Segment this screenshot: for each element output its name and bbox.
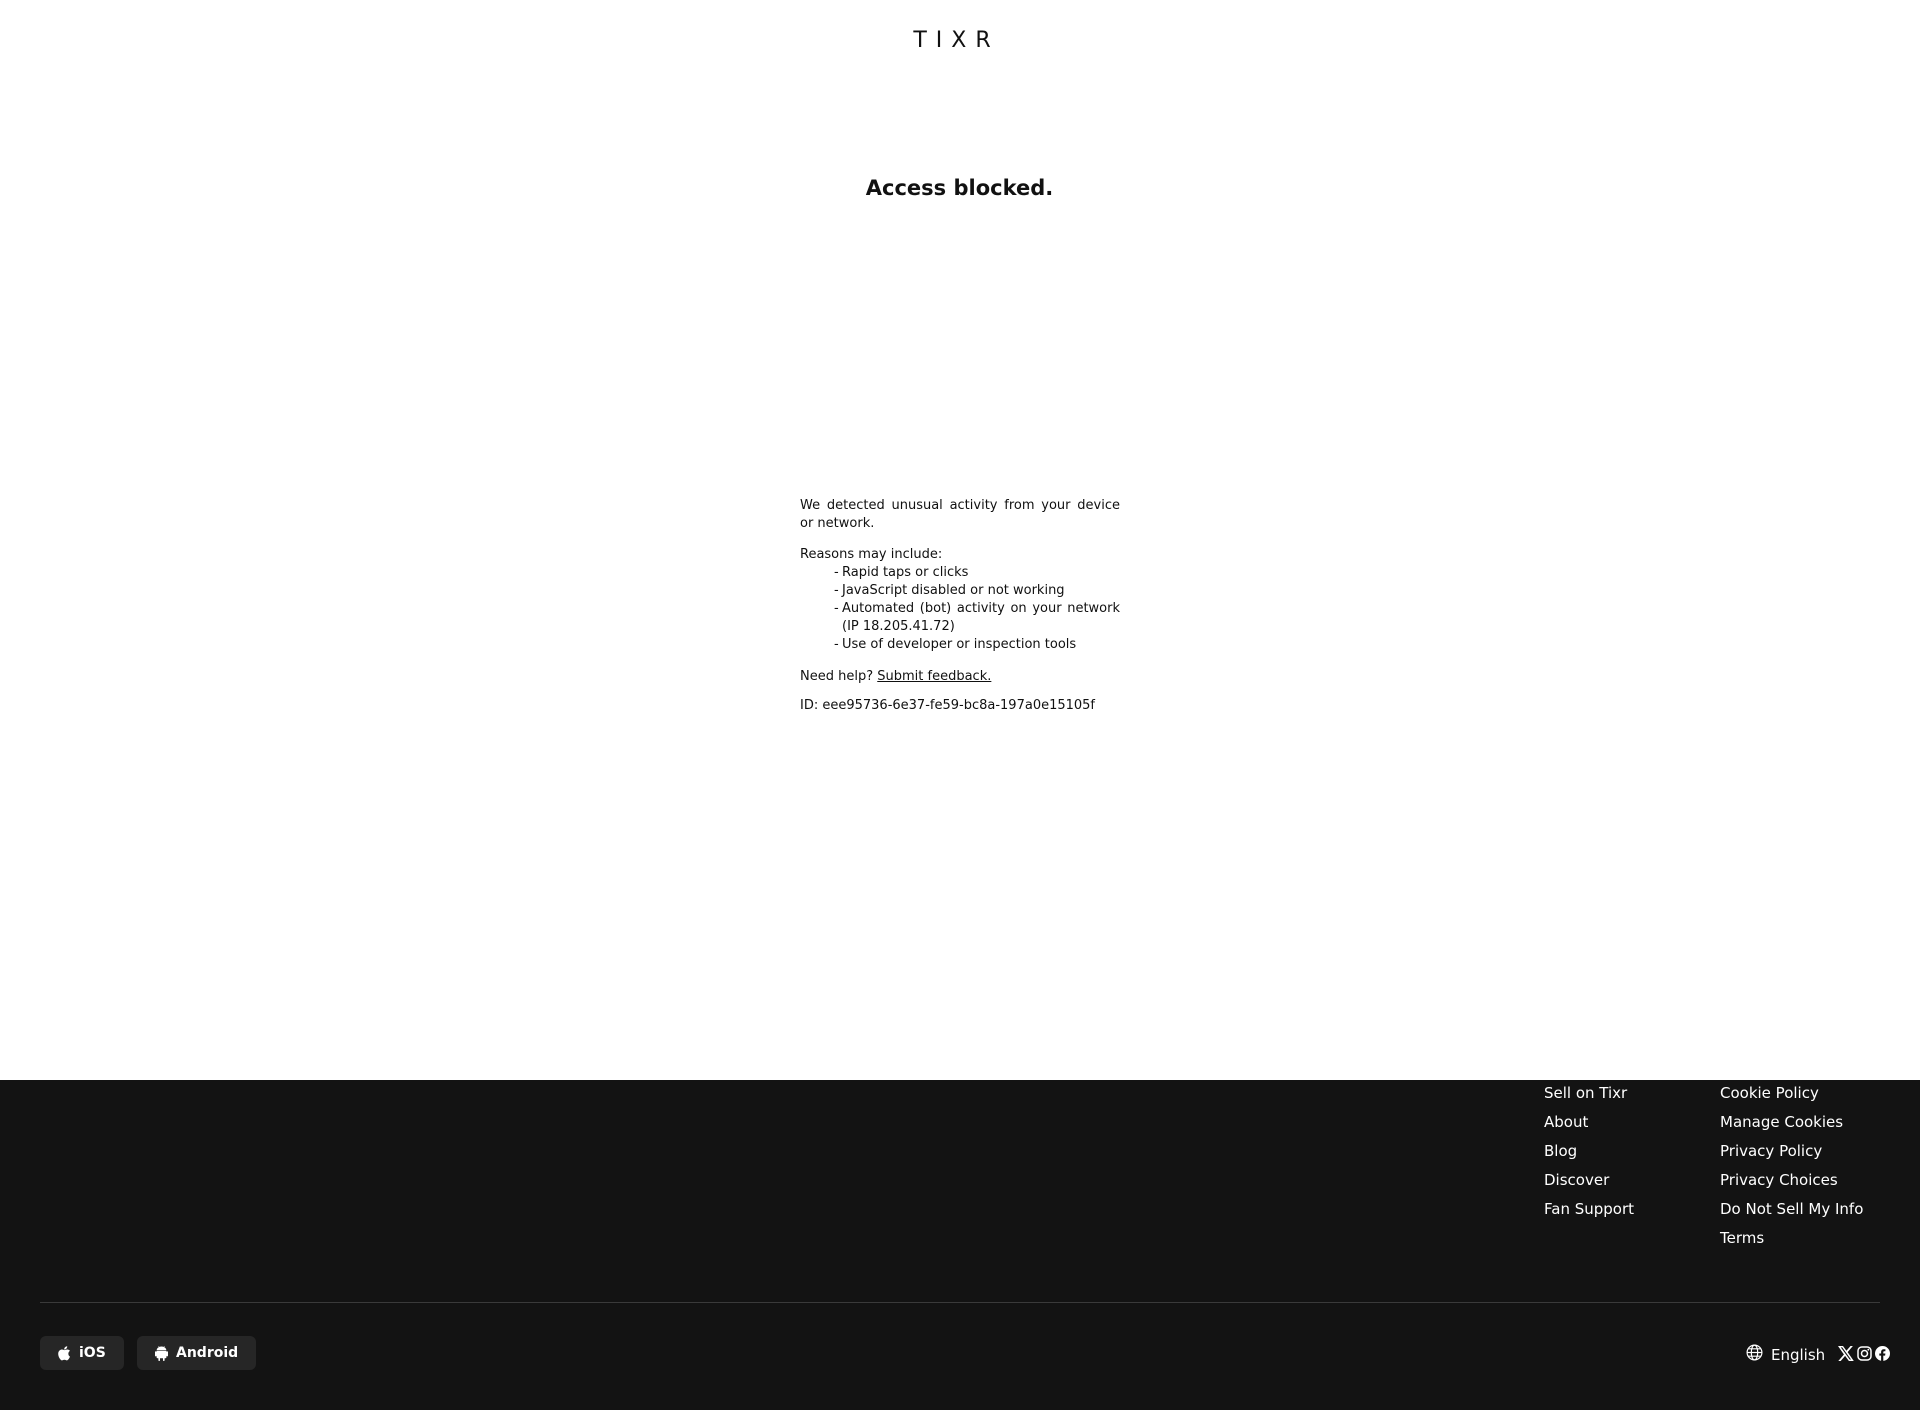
- footer-divider: [40, 1302, 1880, 1303]
- submit-feedback-link[interactable]: Submit feedback.: [877, 669, 991, 684]
- apple-icon: [58, 1345, 71, 1361]
- instagram-icon[interactable]: [1857, 1346, 1872, 1361]
- language-label: English: [1771, 1346, 1826, 1364]
- page-title: Access blocked.: [865, 176, 1054, 200]
- footer-link-about[interactable]: About: [1544, 1113, 1588, 1131]
- reason-item: Use of developer or inspection tools: [834, 636, 1120, 654]
- footer-link-privacy-choices[interactable]: Privacy Choices: [1720, 1171, 1838, 1189]
- reason-item: JavaScript disabled or not working: [834, 582, 1120, 600]
- footer: Sell on Tixr About Blog Discover Fan Sup…: [0, 1080, 1920, 1410]
- footer-link-sell-on-tixr[interactable]: Sell on Tixr: [1544, 1084, 1627, 1102]
- footer-link-privacy-policy[interactable]: Privacy Policy: [1720, 1142, 1822, 1160]
- footer-link-fan-support[interactable]: Fan Support: [1544, 1200, 1634, 1218]
- android-label: Android: [176, 1345, 239, 1361]
- ios-app-button[interactable]: iOS: [40, 1336, 124, 1370]
- footer-link-terms[interactable]: Terms: [1720, 1229, 1764, 1247]
- footer-links-company: Sell on Tixr About Blog Discover Fan Sup…: [1544, 1084, 1634, 1229]
- android-app-button[interactable]: Android: [137, 1336, 257, 1370]
- reasons-list: Rapid taps or clicks JavaScript disabled…: [800, 564, 1120, 654]
- help-prefix: Need help?: [800, 669, 874, 684]
- detected-text: We detected unusual activity from your d…: [800, 498, 1120, 531]
- reasons-heading: Reasons may include:: [800, 547, 943, 562]
- globe-icon: [1746, 1344, 1763, 1366]
- facebook-icon[interactable]: [1875, 1346, 1890, 1361]
- footer-link-manage-cookies[interactable]: Manage Cookies: [1720, 1113, 1843, 1131]
- footer-link-do-not-sell[interactable]: Do Not Sell My Info: [1720, 1200, 1863, 1218]
- request-id: ID: eee95736-6e37-fe59-bc8a-197a0e15105f: [800, 698, 1096, 713]
- ios-label: iOS: [79, 1345, 106, 1361]
- language-selector[interactable]: English: [1746, 1344, 1825, 1366]
- footer-link-discover[interactable]: Discover: [1544, 1171, 1609, 1189]
- footer-link-blog[interactable]: Blog: [1544, 1142, 1577, 1160]
- reason-item: Automated (bot) activity on your network…: [834, 600, 1120, 636]
- tixr-logo[interactable]: TIXR: [0, 28, 1913, 53]
- social-links: [1838, 1346, 1890, 1361]
- reason-item: Rapid taps or clicks: [834, 564, 1120, 582]
- x-icon[interactable]: [1838, 1346, 1854, 1361]
- block-message: We detected unusual activity from your d…: [800, 497, 1120, 715]
- footer-links-legal: Cookie Policy Manage Cookies Privacy Pol…: [1720, 1084, 1863, 1258]
- android-icon: [155, 1345, 168, 1361]
- help-line: Need help? Submit feedback.: [800, 668, 1120, 686]
- footer-link-cookie-policy[interactable]: Cookie Policy: [1720, 1084, 1819, 1102]
